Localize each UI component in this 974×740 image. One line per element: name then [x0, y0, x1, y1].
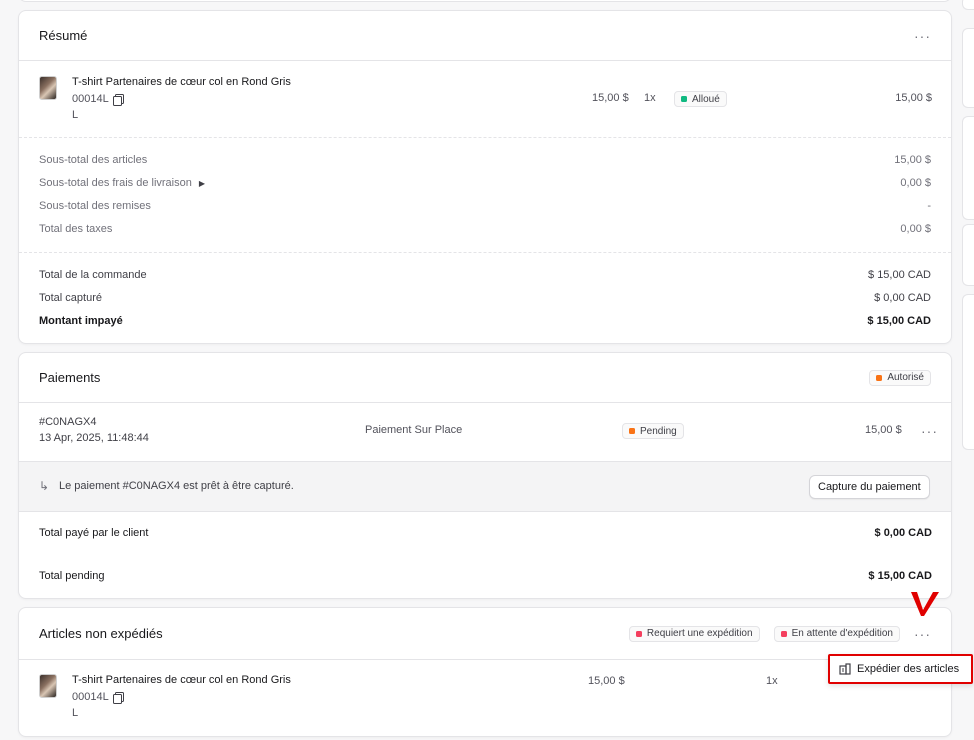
line-total: 15,00 $ — [895, 92, 932, 104]
requires-shipping-badge: Requiert une expédition — [628, 625, 760, 642]
unpaid-value: $ 15,00 CAD — [867, 314, 931, 327]
total-pending-value: $ 15,00 CAD — [868, 570, 932, 582]
total-row: Total de la commande $ 15,00 CAD — [19, 263, 951, 286]
unshipped-header: Articles non expédiés Requiert une expéd… — [19, 608, 951, 660]
product-thumbnail — [39, 76, 57, 100]
payment-pending-label: Pending — [640, 425, 677, 437]
totals-section: Total de la commande $ 15,00 CAD Total c… — [19, 252, 951, 344]
side-panel-edge — [962, 0, 974, 10]
total-label: Total de la commande — [39, 268, 147, 281]
side-panel-edge — [962, 294, 974, 450]
product-sku: 00014L — [72, 691, 109, 703]
summary-line-item: T-shirt Partenaires de cœur col en Rond … — [19, 62, 951, 138]
status-dot — [635, 630, 642, 637]
product-variant: L — [72, 109, 79, 121]
quantity: 1x — [766, 675, 778, 687]
subtotal-label: Total des taxes — [39, 222, 113, 235]
product-sku-row: 00014L — [72, 691, 124, 704]
product-variant: L — [72, 707, 79, 719]
return-arrow-icon: ↳ — [39, 479, 50, 493]
status-dot — [629, 428, 635, 434]
payment-id: #C0NAGX4 — [39, 416, 97, 428]
subtotal-row: Sous-total des articles 15,00 $ — [19, 148, 951, 171]
subtotal-label: Sous-total des remises — [39, 199, 151, 212]
ship-items-menu-item[interactable]: Expédier des articles — [833, 659, 968, 679]
unshipped-card: Articles non expédiés Requiert une expéd… — [18, 607, 952, 737]
unshipped-title: Articles non expédiés — [39, 626, 163, 641]
expand-caret-icon[interactable]: ▶ — [199, 179, 205, 188]
product-name: T-shirt Partenaires de cœur col en Rond … — [72, 76, 291, 88]
total-pending-label: Total pending — [39, 570, 105, 582]
unpaid-label: Montant impayé — [39, 314, 123, 327]
capture-payment-button[interactable]: Capture du paiement — [809, 475, 930, 499]
capture-notice-text: Le paiement #C0NAGX4 est prêt à être cap… — [59, 480, 294, 492]
subtotals-section: Sous-total des articles 15,00 $ Sous-tot… — [19, 137, 951, 253]
capture-notice-bar: ↳ Le paiement #C0NAGX4 est prêt à être c… — [19, 461, 951, 512]
payment-method: Paiement Sur Place — [365, 424, 463, 436]
total-row: Montant impayé $ 15,00 CAD — [19, 309, 951, 332]
unit-price: 15,00 $ — [588, 675, 625, 687]
payment-status-badge: Autorisé — [869, 369, 931, 386]
summary-more-icon[interactable]: ··· — [914, 29, 931, 43]
subtotal-value: 0,00 $ — [900, 222, 931, 235]
ship-items-label: Expédier des articles — [857, 663, 960, 675]
payments-card: Paiements Autorisé #C0NAGX4 13 Apr, 2025… — [18, 352, 952, 599]
unit-price: 15,00 $ — [592, 92, 629, 104]
payments-title: Paiements — [39, 370, 101, 385]
subtotal-value: 15,00 $ — [894, 153, 931, 166]
payment-more-icon[interactable]: ··· — [921, 424, 938, 438]
payment-date: 13 Apr, 2025, 11:48:44 — [39, 432, 149, 444]
subtotal-row: Sous-total des remises - — [19, 194, 951, 217]
copy-icon[interactable] — [112, 692, 124, 704]
subtotal-value: - — [927, 199, 931, 212]
subtotal-label: Sous-total des articles — [39, 153, 148, 166]
payments-header: Paiements Autorisé — [19, 353, 951, 403]
payment-status-label: Autorisé — [887, 372, 924, 383]
annotation-arrow-icon — [911, 592, 939, 616]
total-value: $ 0,00 CAD — [874, 291, 931, 304]
unshipped-more-icon[interactable]: ··· — [914, 627, 931, 641]
unshipped-header-actions: Requiert une expédition En attente d'exp… — [628, 625, 931, 642]
side-panel-edge — [962, 224, 974, 286]
awaiting-shipping-badge: En attente d'expédition — [773, 625, 900, 642]
status-dot — [780, 630, 787, 637]
subtotal-label[interactable]: Sous-total des frais de livraison ▶ — [39, 177, 205, 189]
summary-card: Résumé ··· T-shirt Partenaires de cœur c… — [18, 10, 952, 344]
paid-by-client-label: Total payé par le client — [39, 527, 149, 539]
status-dot — [681, 96, 687, 102]
quantity: 1x — [644, 92, 656, 104]
product-thumbnail — [39, 674, 57, 698]
product-sku-row: 00014L — [72, 93, 124, 106]
subtotal-row: Sous-total des frais de livraison ▶ 0,00… — [19, 171, 951, 194]
side-panel-edge — [962, 28, 974, 108]
subtotal-row: Total des taxes 0,00 $ — [19, 217, 951, 240]
status-dot — [876, 374, 883, 381]
previous-card-edge — [18, 0, 952, 2]
product-sku: 00014L — [72, 93, 109, 105]
summary-header: Résumé ··· — [19, 11, 951, 61]
shipping-subtotal-label: Sous-total des frais de livraison — [39, 176, 192, 189]
subtotal-value: 0,00 $ — [900, 176, 931, 189]
awaiting-shipping-label: En attente d'expédition — [791, 628, 893, 639]
allocation-badge: Alloué — [674, 91, 727, 107]
payment-row: #C0NAGX4 13 Apr, 2025, 11:48:44 Paiement… — [19, 404, 951, 461]
requires-shipping-label: Requiert une expédition — [646, 628, 753, 639]
paid-by-client-value: $ 0,00 CAD — [874, 527, 932, 539]
side-panel-edge — [962, 116, 974, 220]
total-value: $ 15,00 CAD — [868, 268, 931, 281]
building-icon — [839, 663, 851, 675]
summary-title: Résumé — [39, 28, 88, 43]
copy-icon[interactable] — [112, 94, 124, 106]
total-row: Total capturé $ 0,00 CAD — [19, 286, 951, 309]
unshipped-line-item: T-shirt Partenaires de cœur col en Rond … — [19, 660, 951, 736]
allocation-badge-label: Alloué — [692, 93, 720, 105]
product-name: T-shirt Partenaires de cœur col en Rond … — [72, 674, 291, 686]
payment-pending-badge: Pending — [622, 423, 684, 439]
payment-amount: 15,00 $ — [865, 424, 902, 436]
ship-items-menu: Expédier des articles — [828, 654, 973, 684]
total-label: Total capturé — [39, 291, 102, 304]
